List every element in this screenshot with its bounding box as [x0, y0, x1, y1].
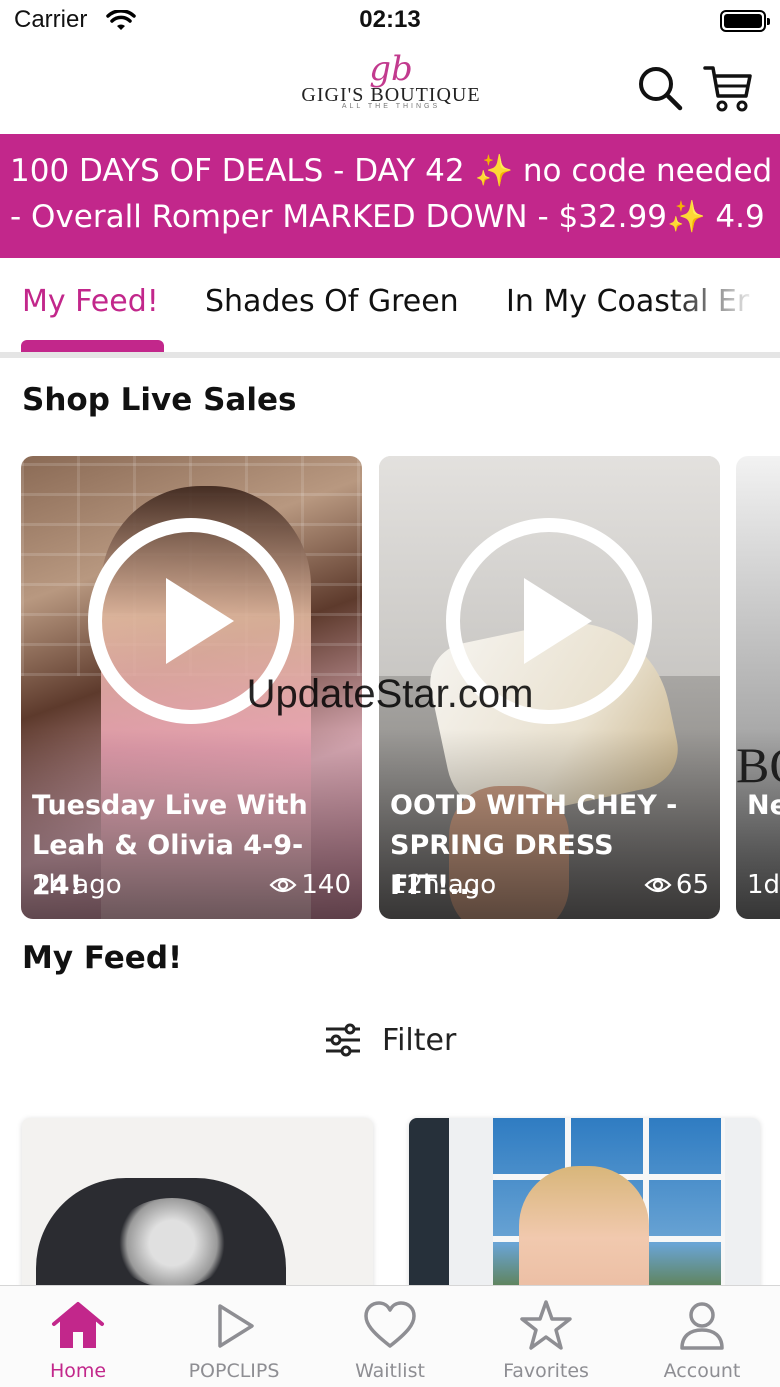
live-sale-time: 1h ago [32, 870, 122, 900]
nav-label: POPCLIPS [188, 1360, 280, 1382]
category-tabs: My Feed! Shades Of Green In My Coastal E… [0, 258, 780, 358]
promo-banner[interactable]: 100 DAYS OF DEALS - DAY 42 ✨ no code nee… [0, 134, 780, 258]
live-sale-time: 12h ago [390, 870, 497, 900]
product-image-frame [409, 1118, 449, 1298]
search-button[interactable] [634, 62, 686, 114]
play-icon [218, 1304, 254, 1348]
tab-my-feed[interactable]: My Feed! [22, 284, 159, 319]
filter-label: Filter [382, 1022, 457, 1058]
bottom-tab-bar: Home POPCLIPS Waitlist Favorites Account [0, 1285, 780, 1387]
view-count-value: 140 [301, 870, 351, 900]
live-sale-title: Ne Mi [747, 790, 780, 821]
nav-favorites[interactable]: Favorites [468, 1286, 624, 1387]
cart-icon [703, 66, 752, 112]
star-icon [520, 1300, 572, 1350]
product-card[interactable] [409, 1118, 760, 1298]
nav-waitlist[interactable]: Waitlist [312, 1286, 468, 1387]
nav-account[interactable]: Account [624, 1286, 780, 1387]
view-count: 65 [644, 870, 709, 900]
home-icon [52, 1302, 104, 1348]
product-image-model [519, 1166, 649, 1298]
heart-icon [364, 1301, 416, 1348]
live-sale-time: 1d [747, 870, 780, 900]
clock: 02:13 [359, 6, 421, 33]
battery-icon [720, 10, 770, 32]
product-image-graphic [112, 1198, 232, 1288]
view-count-value: 65 [675, 870, 709, 900]
active-tab-indicator [21, 340, 164, 352]
status-bar: Carrier 02:13 [0, 0, 780, 44]
eye-icon [644, 877, 672, 893]
promo-line-1: 100 DAYS OF DEALS - DAY 42 ✨ no code nee… [10, 153, 773, 189]
nav-popclips[interactable]: POPCLIPS [156, 1286, 312, 1387]
view-count: 140 [269, 870, 351, 900]
eye-icon [269, 877, 297, 893]
sparkle-icon: ✨ [666, 199, 706, 235]
sparkle-icon: ✨ [474, 153, 514, 189]
nav-label: Favorites [503, 1360, 589, 1382]
promo-line-2: - Overall Romper MARKED DOWN - $32.99✨ 4… [10, 199, 765, 235]
nav-label: Account [663, 1360, 741, 1382]
filter-button[interactable]: Filter [322, 1016, 456, 1064]
person-icon [680, 1302, 724, 1350]
section-title-my-feed: My Feed! [22, 940, 183, 976]
section-title-live-sales: Shop Live Sales [22, 382, 297, 418]
search-icon [639, 67, 683, 111]
watermark: UpdateStar.com [246, 672, 534, 716]
brand-logo[interactable]: gb GIGI'S BOUTIQUE ALL THE THINGS [298, 50, 484, 128]
cart-button[interactable] [702, 62, 754, 114]
filter-icon [326, 1023, 360, 1057]
app-header: gb GIGI'S BOUTIQUE ALL THE THINGS [0, 44, 780, 134]
tab-shades-of-green[interactable]: Shades Of Green [205, 284, 459, 319]
tab-fade-overlay [670, 258, 780, 348]
nav-label: Waitlist [355, 1360, 425, 1382]
logo-monogram: gb [369, 49, 413, 89]
tab-divider [0, 352, 780, 358]
product-card[interactable] [22, 1118, 373, 1298]
nav-home[interactable]: Home [0, 1286, 156, 1387]
nav-label: Home [49, 1360, 107, 1382]
